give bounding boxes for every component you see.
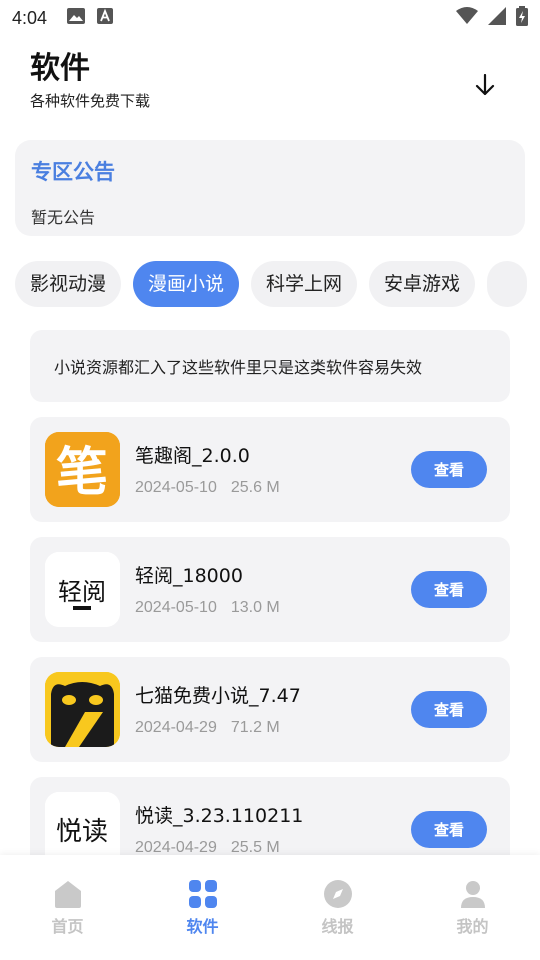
app-date: 2024-05-10 xyxy=(135,479,217,496)
notice-card: 专区公告 暂无公告 xyxy=(15,140,525,236)
nav-item-software[interactable]: 软件 xyxy=(135,855,270,960)
category-description: 小说资源都汇入了这些软件里只是这类软件容易失效 xyxy=(30,330,510,402)
status-time: 4:04 xyxy=(12,7,48,28)
compass-icon xyxy=(323,880,352,908)
list-item[interactable]: 七猫免费小说_7.47 2024-04-29 71.2 M 查看 xyxy=(30,657,510,762)
app-meta: 2024-05-10 25.6 M xyxy=(135,479,280,497)
list-item[interactable]: 笔 笔趣阁_2.0.0 2024-05-10 25.6 M 查看 xyxy=(30,417,510,522)
app-meta: 2024-05-10 13.0 M xyxy=(135,599,280,617)
app-list: 小说资源都汇入了这些软件里只是这类软件容易失效 笔 笔趣阁_2.0.0 2024… xyxy=(30,330,510,855)
list-item[interactable]: 轻阅 轻阅_18000 2024-05-10 13.0 M 查看 xyxy=(30,537,510,642)
view-button[interactable]: 查看 xyxy=(411,571,487,608)
notice-body: 暂无公告 xyxy=(31,208,96,227)
page-subtitle: 各种软件免费下载 xyxy=(30,92,151,110)
tab-category[interactable]: 科学上网 xyxy=(251,261,358,307)
app-icon-biquge: 笔 xyxy=(45,432,120,507)
user-icon xyxy=(460,881,485,908)
nav-label: 我的 xyxy=(456,917,489,936)
app-icon-glyph: 悦读 xyxy=(56,817,108,847)
app-size: 13.0 M xyxy=(230,599,280,616)
nav-label: 首页 xyxy=(51,917,84,936)
nav-item-deals[interactable]: 线报 xyxy=(270,855,405,960)
grid-icon xyxy=(188,880,217,908)
page-header: 软件 各种软件免费下载 xyxy=(30,52,510,114)
bottom-nav: 首页 软件 线报 我的 xyxy=(0,855,540,960)
font-notification-icon xyxy=(97,8,114,28)
app-icon-glyph: 轻阅 xyxy=(58,578,106,606)
app-size: 25.5 M xyxy=(230,839,280,855)
nav-label: 线报 xyxy=(321,917,354,936)
app-icon-glyph: 笔 xyxy=(56,443,108,503)
app-meta: 2024-04-29 71.2 M xyxy=(135,719,280,737)
view-button[interactable]: 查看 xyxy=(411,811,487,848)
page-title: 软件 xyxy=(30,51,90,86)
app-name: 悦读_3.23.110211 xyxy=(135,805,304,827)
app-name: 七猫免费小说_7.47 xyxy=(135,685,301,707)
app-size: 71.2 M xyxy=(230,719,280,736)
battery-icon xyxy=(516,6,528,30)
download-button[interactable] xyxy=(470,70,500,100)
app-name: 轻阅_18000 xyxy=(135,565,243,587)
app-meta: 2024-04-29 25.5 M xyxy=(135,839,280,855)
arrow-down-icon xyxy=(475,74,495,96)
app-icon-qimao xyxy=(45,672,120,747)
view-button[interactable]: 查看 xyxy=(411,691,487,728)
app-date: 2024-04-29 xyxy=(135,719,217,736)
notice-title: 专区公告 xyxy=(31,160,115,184)
tab-category-active[interactable]: 漫画小说 xyxy=(133,261,240,307)
list-item[interactable]: 悦读 悦读_3.23.110211 2024-04-29 25.5 M 查看 xyxy=(30,777,510,855)
tab-category[interactable]: 影视动漫 xyxy=(15,261,122,307)
app-name: 笔趣阁_2.0.0 xyxy=(135,445,250,467)
signal-icon xyxy=(488,7,506,29)
tab-category[interactable]: 安卓游戏 xyxy=(369,261,476,307)
view-button[interactable]: 查看 xyxy=(411,451,487,488)
wifi-icon xyxy=(456,7,478,29)
app-icon-qingyue: 轻阅 xyxy=(45,552,120,627)
tab-category-overflow[interactable] xyxy=(487,261,528,307)
home-icon xyxy=(54,881,81,908)
gallery-notification-icon xyxy=(67,8,86,28)
app-icon-yuedu: 悦读 xyxy=(45,792,120,855)
app-date: 2024-05-10 xyxy=(135,599,217,616)
nav-label: 软件 xyxy=(186,917,219,936)
app-size: 25.6 M xyxy=(230,479,280,496)
nav-item-home[interactable]: 首页 xyxy=(0,855,135,960)
category-tabs: 影视动漫 漫画小说 科学上网 安卓游戏 xyxy=(15,261,540,307)
nav-item-profile[interactable]: 我的 xyxy=(405,855,540,960)
status-bar: 4:04 xyxy=(0,0,540,36)
app-date: 2024-04-29 xyxy=(135,839,217,855)
